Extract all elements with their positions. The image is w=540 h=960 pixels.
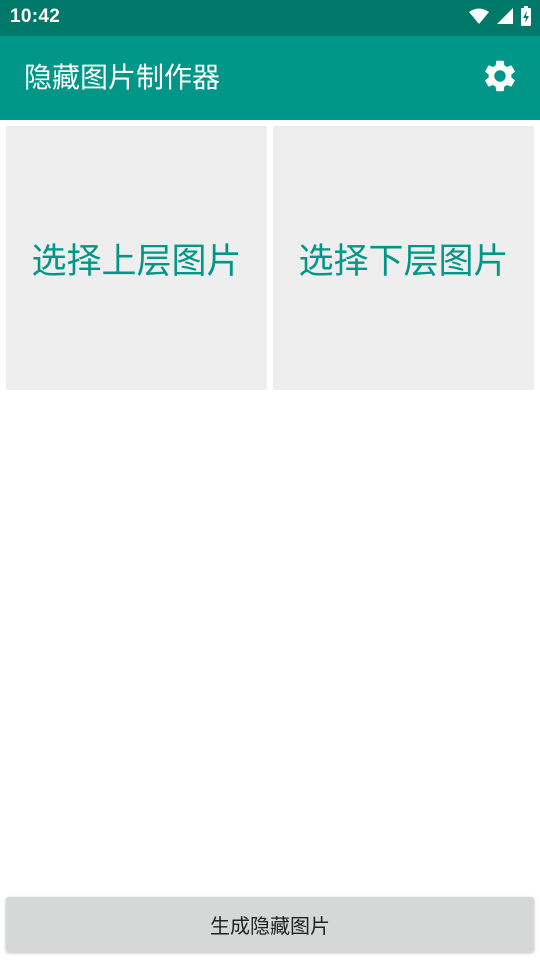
generate-hidden-image-button[interactable]: 生成隐藏图片: [6, 897, 534, 952]
app-bar: 隐藏图片制作器: [0, 36, 540, 120]
status-bar: 10:42: [0, 0, 540, 36]
status-icons: [468, 6, 532, 30]
status-time: 10:42: [10, 6, 61, 27]
select-bottom-image-label: 选择下层图片: [298, 241, 509, 282]
app-title: 隐藏图片制作器: [24, 61, 221, 94]
battery-charging-icon: [520, 6, 532, 30]
gear-icon: [481, 57, 519, 99]
cellular-signal-icon: [496, 7, 514, 29]
settings-button[interactable]: [480, 58, 520, 98]
wifi-icon: [468, 7, 490, 29]
select-top-image-button[interactable]: 选择上层图片: [6, 126, 267, 390]
generate-hidden-image-label: 生成隐藏图片: [210, 914, 330, 938]
select-bottom-image-button[interactable]: 选择下层图片: [273, 126, 534, 390]
select-top-image-label: 选择上层图片: [31, 241, 242, 282]
